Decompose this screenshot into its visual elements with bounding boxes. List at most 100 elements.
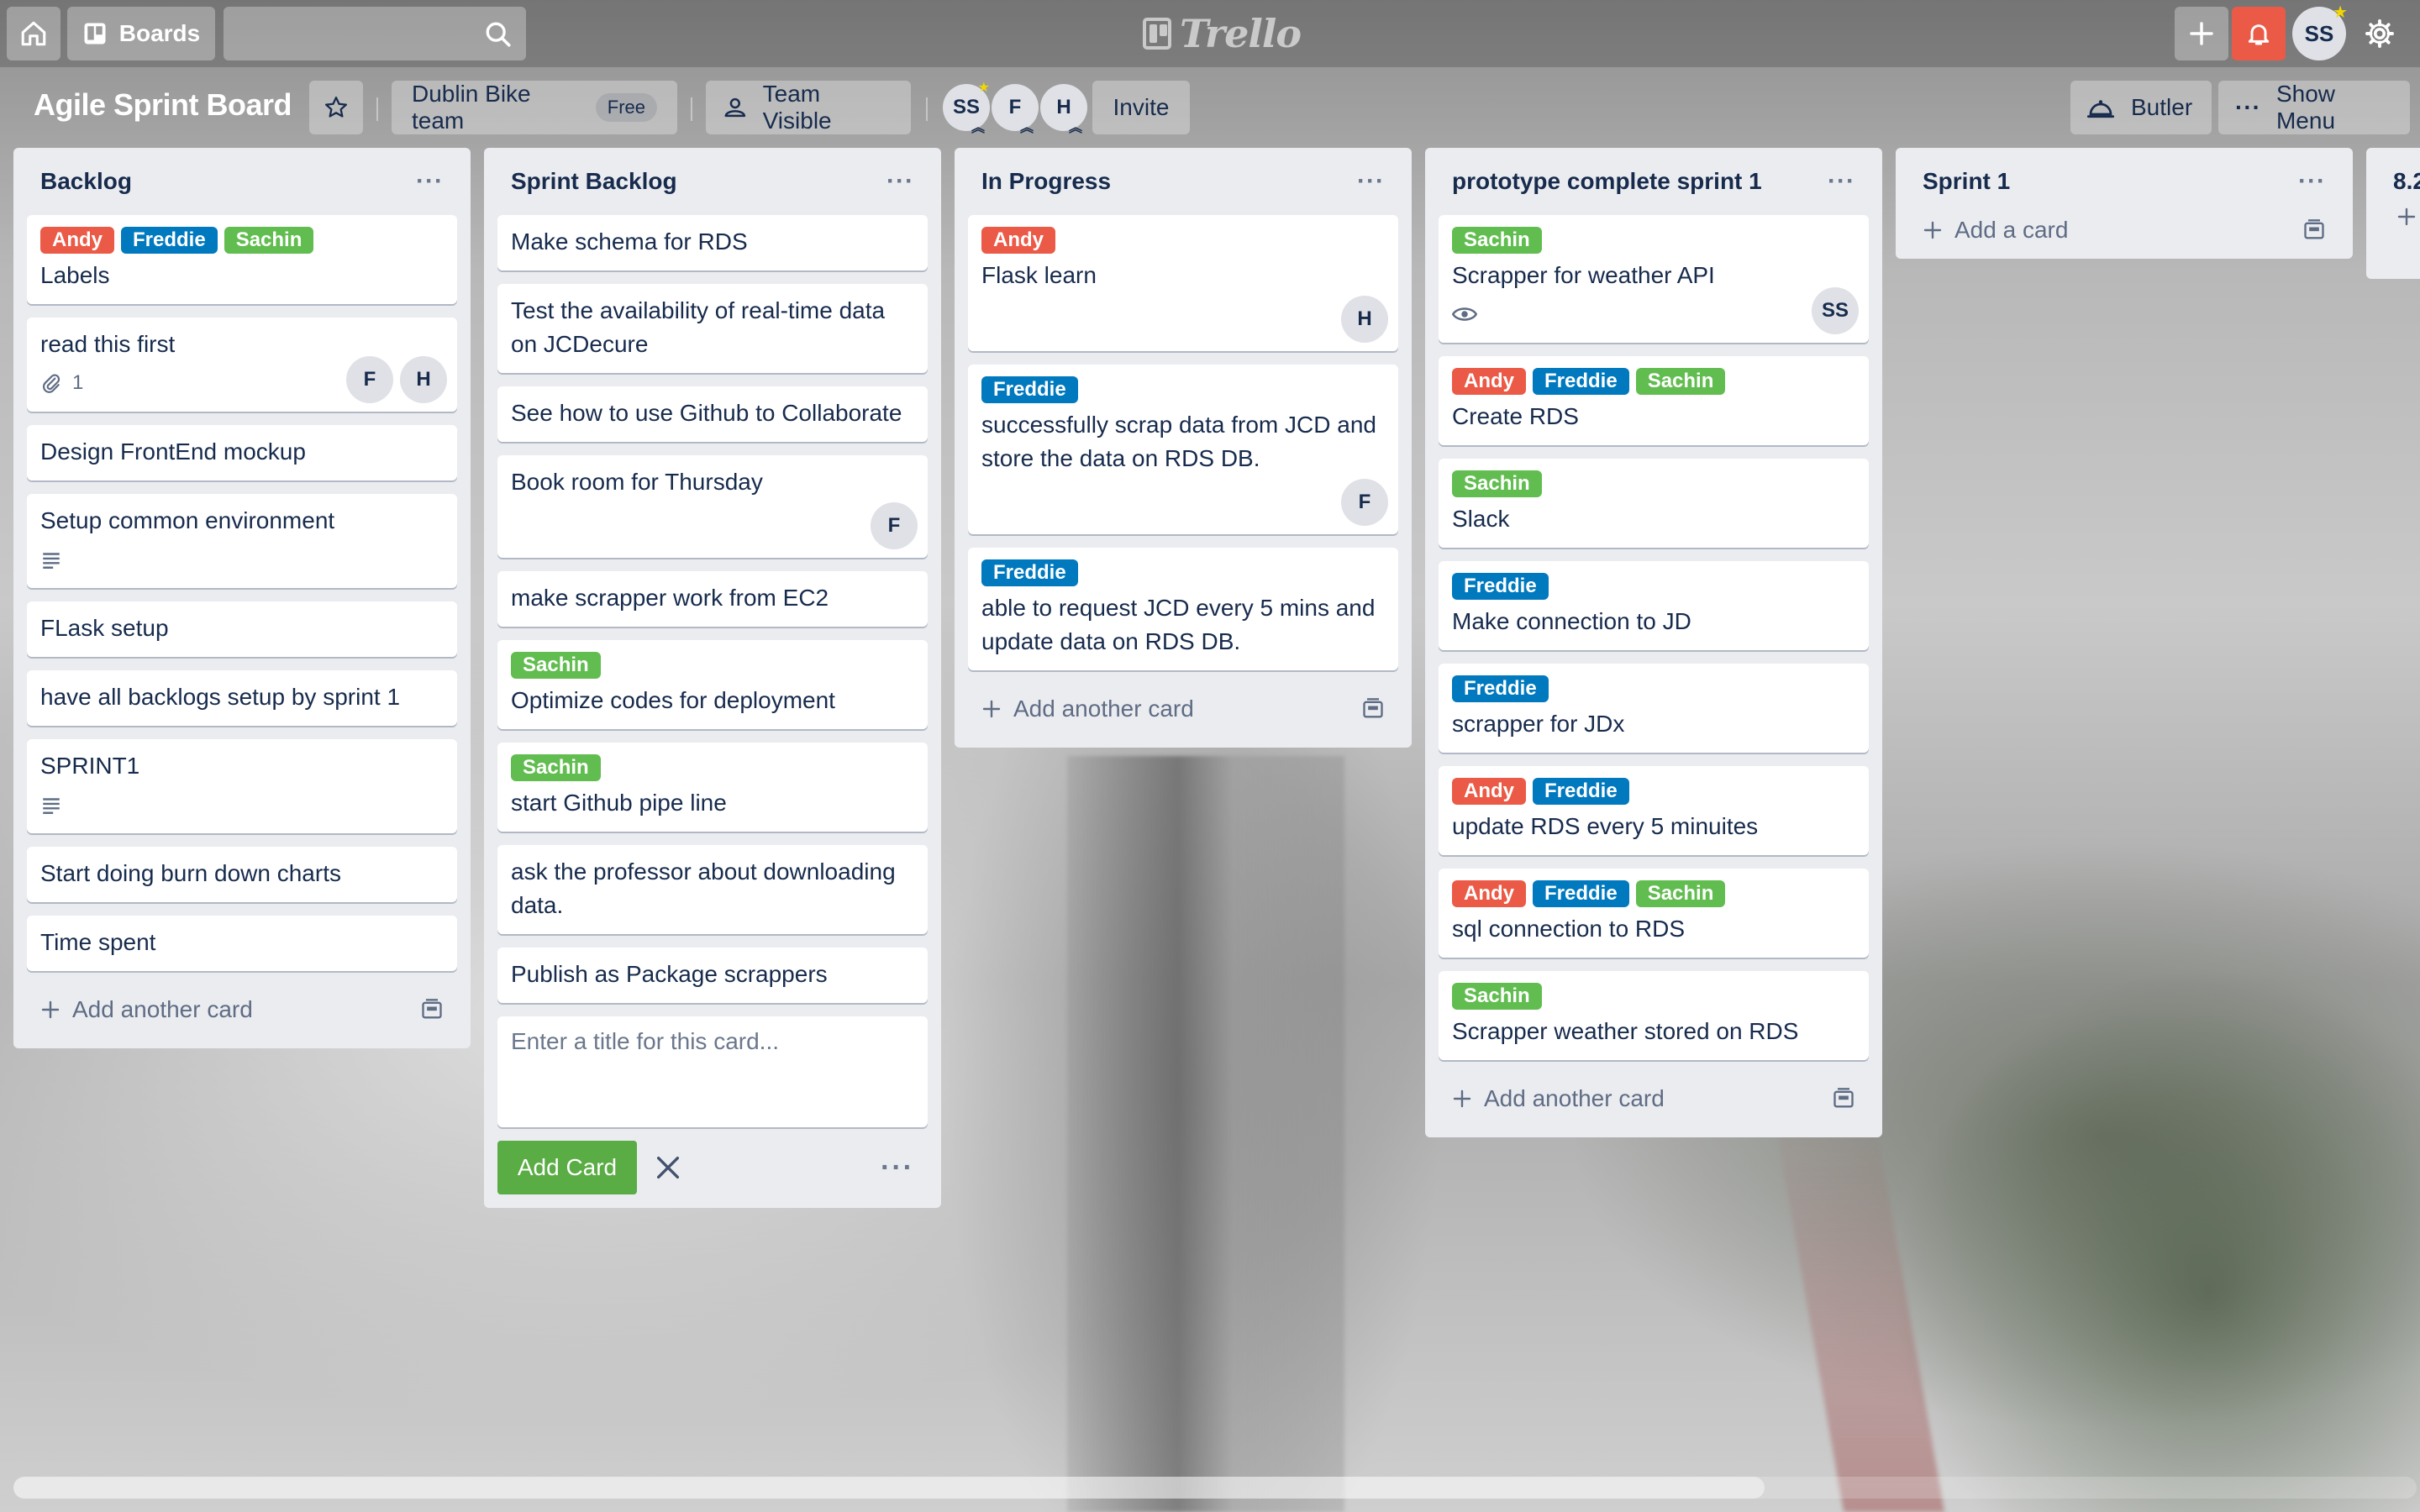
label-sachin[interactable]: Sachin: [511, 754, 601, 781]
invite-button[interactable]: Invite: [1092, 81, 1190, 134]
list-menu-ellipsis-icon[interactable]: ···: [1357, 167, 1385, 196]
template-icon[interactable]: [1361, 698, 1385, 720]
card[interactable]: Publish as Package scrappers: [497, 948, 928, 1003]
card[interactable]: Freddie scrapper for JDx: [1439, 664, 1869, 753]
card[interactable]: Freddie able to request JCD every 5 mins…: [968, 548, 1398, 670]
list-header[interactable]: Sprint Backlog ···: [497, 148, 928, 215]
add-card-button[interactable]: Add another card: [968, 684, 1398, 734]
card-member-avatar[interactable]: F: [1341, 479, 1388, 526]
card[interactable]: Start doing burn down charts: [27, 847, 457, 902]
card[interactable]: Sachin Slack: [1439, 459, 1869, 548]
label-freddie[interactable]: Freddie: [1452, 573, 1549, 600]
card[interactable]: Sachin Optimize codes for deployment: [497, 640, 928, 729]
card-title-input[interactable]: [497, 1016, 928, 1127]
card[interactable]: Andy Freddie Sachin Labels: [27, 215, 457, 304]
card[interactable]: Time spent: [27, 916, 457, 971]
list-header[interactable]: In Progress ···: [968, 148, 1398, 215]
add-card-button[interactable]: [2366, 207, 2420, 231]
label-sachin[interactable]: Sachin: [1635, 368, 1726, 395]
card[interactable]: Test the availability of real-time data …: [497, 284, 928, 373]
label-sachin[interactable]: Sachin: [1452, 227, 1542, 254]
card[interactable]: ask the professor about downloading data…: [497, 845, 928, 934]
card[interactable]: SPRINT1: [27, 739, 457, 833]
label-freddie[interactable]: Freddie: [981, 376, 1078, 403]
list-header[interactable]: prototype complete sprint 1 ···: [1439, 148, 1869, 215]
label-freddie[interactable]: Freddie: [1533, 368, 1629, 395]
card[interactable]: FLask setup: [27, 601, 457, 657]
label-andy[interactable]: Andy: [1452, 778, 1526, 805]
member-avatar[interactable]: F ︽: [992, 84, 1039, 135]
list-title[interactable]: Sprint Backlog: [511, 168, 677, 195]
label-sachin[interactable]: Sachin: [511, 652, 601, 679]
card[interactable]: Design FrontEnd mockup: [27, 425, 457, 480]
trello-logo[interactable]: Trello: [1143, 11, 1302, 56]
card[interactable]: See how to use Github to Collaborate: [497, 386, 928, 442]
card[interactable]: Sachin start Github pipe line: [497, 743, 928, 832]
add-card-button[interactable]: Add another card: [1439, 1074, 1869, 1124]
add-card-submit-button[interactable]: Add Card: [497, 1141, 637, 1194]
label-freddie[interactable]: Freddie: [121, 227, 218, 254]
label-freddie[interactable]: Freddie: [1533, 880, 1629, 907]
settings-button[interactable]: [2353, 7, 2407, 60]
card[interactable]: Freddie successfully scrap data from JCD…: [968, 365, 1398, 534]
search-input[interactable]: [224, 7, 526, 60]
card[interactable]: Sachin Scrapper weather stored on RDS: [1439, 971, 1869, 1060]
notifications-button[interactable]: [2232, 7, 2286, 60]
label-andy[interactable]: Andy: [1452, 368, 1526, 395]
composer-options-ellipsis-icon[interactable]: ···: [881, 1152, 914, 1184]
label-andy[interactable]: Andy: [981, 227, 1055, 254]
card[interactable]: have all backlogs setup by sprint 1: [27, 670, 457, 726]
card[interactable]: Book room for Thursday F: [497, 455, 928, 558]
label-freddie[interactable]: Freddie: [981, 559, 1078, 586]
butler-button[interactable]: Butler: [2070, 81, 2212, 134]
card[interactable]: make scrapper work from EC2: [497, 571, 928, 627]
member-avatar[interactable]: SS ★ ︽: [943, 81, 990, 135]
create-button[interactable]: [2175, 7, 2228, 60]
card[interactable]: Setup common environment: [27, 494, 457, 588]
label-sachin[interactable]: Sachin: [1452, 470, 1542, 497]
list-title[interactable]: 8.2: [2393, 168, 2420, 195]
card-member-avatar[interactable]: H: [400, 356, 447, 403]
list-menu-ellipsis-icon[interactable]: ···: [1828, 167, 1855, 196]
list-title[interactable]: In Progress: [981, 168, 1111, 195]
board-scrollbar-thumb[interactable]: [13, 1477, 1765, 1499]
add-card-button[interactable]: Add a card: [1909, 205, 2339, 255]
list-header[interactable]: Backlog ···: [27, 148, 457, 215]
star-board-button[interactable]: [309, 81, 363, 134]
card[interactable]: Andy Freddie Sachin sql connection to RD…: [1439, 869, 1869, 958]
label-sachin[interactable]: Sachin: [224, 227, 314, 254]
label-freddie[interactable]: Freddie: [1533, 778, 1629, 805]
label-sachin[interactable]: Sachin: [1452, 983, 1542, 1010]
label-andy[interactable]: Andy: [1452, 880, 1526, 907]
team-button[interactable]: Dublin Bike team Free: [392, 81, 677, 134]
member-avatar[interactable]: H ︽: [1040, 84, 1087, 135]
visibility-button[interactable]: Team Visible: [706, 81, 911, 134]
card-member-avatar[interactable]: SS: [1812, 287, 1859, 334]
list-title[interactable]: Sprint 1: [1923, 168, 2010, 195]
board-title[interactable]: Agile Sprint Board: [34, 87, 292, 123]
add-card-button[interactable]: Add another card: [27, 984, 457, 1035]
list-title[interactable]: prototype complete sprint 1: [1452, 168, 1762, 195]
card[interactable]: Make schema for RDS: [497, 215, 928, 270]
list-title[interactable]: Backlog: [40, 168, 132, 195]
close-icon[interactable]: [654, 1153, 682, 1182]
template-icon[interactable]: [2302, 219, 2326, 241]
card-member-avatar[interactable]: H: [1341, 296, 1388, 343]
card-member-avatar[interactable]: F: [871, 502, 918, 549]
boards-button[interactable]: Boards: [67, 7, 215, 60]
card[interactable]: Freddie Make connection to JD: [1439, 561, 1869, 650]
label-freddie[interactable]: Freddie: [1452, 675, 1549, 702]
card[interactable]: Andy Freddie update RDS every 5 minuites: [1439, 766, 1869, 855]
board-scrollbar[interactable]: [13, 1477, 2417, 1499]
card[interactable]: Andy Freddie Sachin Create RDS: [1439, 356, 1869, 445]
template-icon[interactable]: [420, 999, 444, 1021]
show-menu-button[interactable]: ··· Show Menu: [2218, 81, 2410, 134]
home-button[interactable]: [7, 7, 60, 60]
card[interactable]: Sachin Scrapper for weather API SS: [1439, 215, 1869, 343]
search-icon[interactable]: [484, 20, 513, 49]
label-sachin[interactable]: Sachin: [1635, 880, 1726, 907]
list-menu-ellipsis-icon[interactable]: ···: [2298, 167, 2326, 196]
list-header[interactable]: 8.2: [2366, 148, 2420, 215]
list-menu-ellipsis-icon[interactable]: ···: [886, 167, 914, 196]
card[interactable]: read this first 1 F H: [27, 318, 457, 412]
